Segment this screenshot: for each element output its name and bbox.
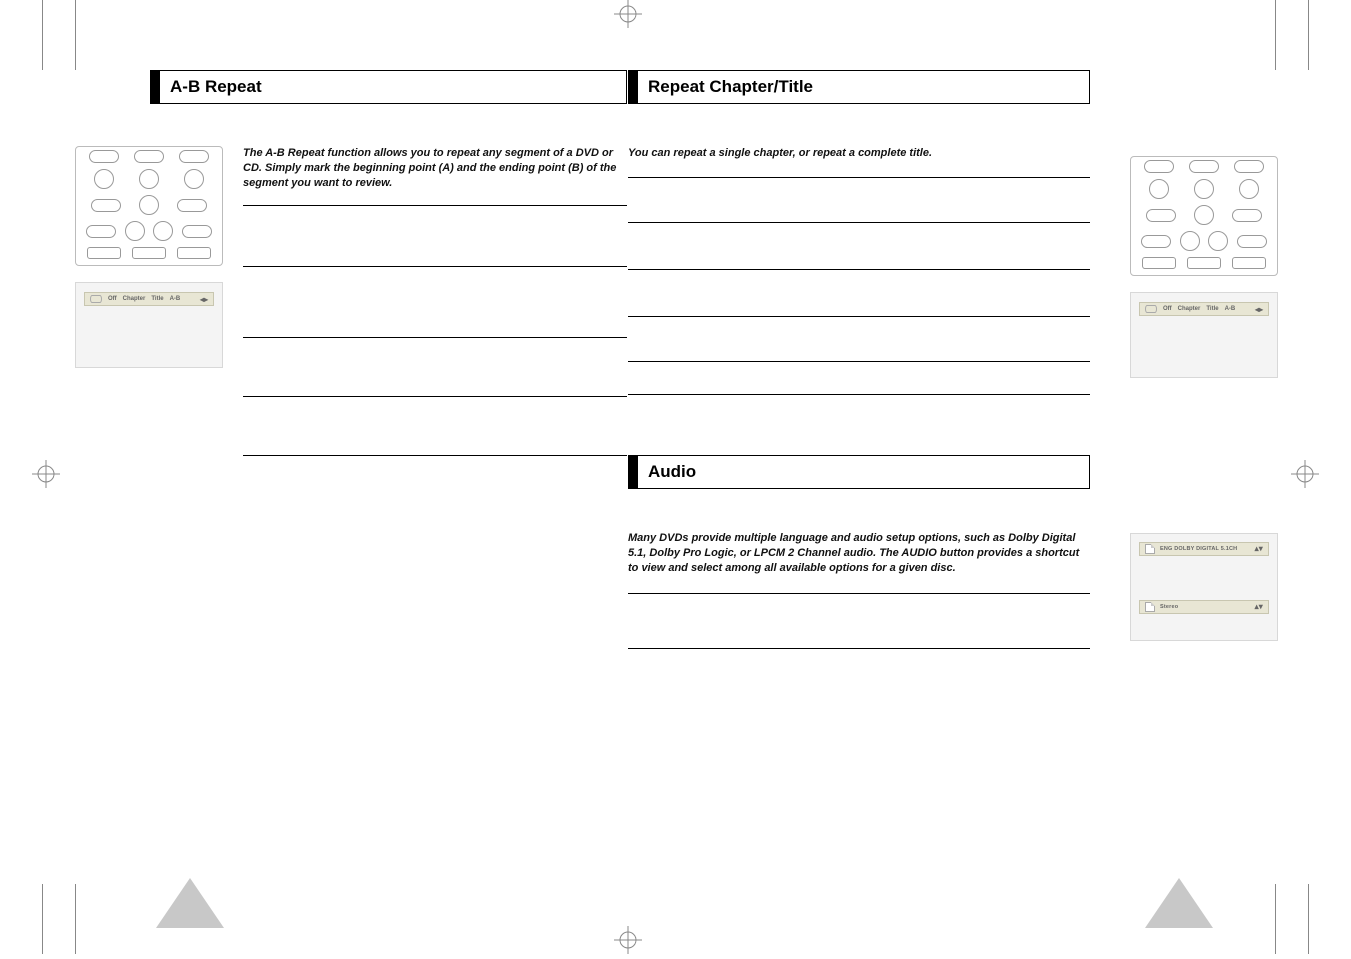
- left-right-arrow-icon: ◂▸: [200, 295, 208, 304]
- osd-title: Title: [151, 296, 163, 302]
- osd-off: Off: [108, 296, 117, 302]
- osd-ab: A-B: [170, 296, 181, 302]
- osd-title: Title: [1206, 306, 1218, 312]
- left-page: A-B Repeat Off Chapter Title A-B ◂▸: [75, 70, 627, 884]
- crop-mark: [75, 884, 76, 954]
- crop-mark: [42, 884, 43, 954]
- crop-mark: [75, 0, 76, 70]
- crop-mark: [1308, 0, 1309, 70]
- ab-repeat-intro: The A-B Repeat function allows you to re…: [243, 146, 627, 191]
- step-rule: [243, 455, 627, 456]
- remote-illustration: [1130, 156, 1278, 276]
- registration-mark-icon: [32, 460, 60, 488]
- remote-illustration: [75, 146, 223, 266]
- step-rule: [243, 205, 627, 206]
- up-down-arrow-icon: ▴▾: [1255, 602, 1263, 611]
- registration-mark-icon: [614, 926, 642, 954]
- audio-osd-screenshot: ENG DOLBY DIGITAL 5.1CH ▴▾ Stereo ▴▾: [1130, 533, 1278, 641]
- step-rule: [628, 361, 1090, 362]
- section-title-audio: Audio: [628, 455, 1090, 489]
- crop-mark: [1275, 0, 1276, 70]
- section-title-repeat-chapter: Repeat Chapter/Title: [628, 70, 1090, 104]
- registration-mark-icon: [1291, 460, 1319, 488]
- audio-osd-line-1: ENG DOLBY DIGITAL 5.1CH: [1160, 546, 1237, 552]
- step-rule: [628, 316, 1090, 317]
- repeat-icon: [1145, 305, 1157, 313]
- section-title-ab-repeat: A-B Repeat: [150, 70, 627, 104]
- audio-osd-line-2: Stereo: [1160, 604, 1178, 610]
- osd-screenshot: Off Chapter Title A-B ◂▸: [75, 282, 223, 368]
- crop-mark: [42, 0, 43, 70]
- osd-ab: A-B: [1225, 306, 1236, 312]
- up-down-arrow-icon: ▴▾: [1255, 544, 1263, 553]
- step-rule: [243, 396, 627, 397]
- step-rule: [628, 648, 1090, 649]
- step-rule: [628, 394, 1090, 395]
- right-page: Repeat Chapter/Title You can repeat a si…: [628, 70, 1278, 884]
- step-rule: [628, 269, 1090, 270]
- step-rule: [628, 222, 1090, 223]
- step-rule: [243, 266, 627, 267]
- audio-page-icon: [1145, 544, 1155, 554]
- left-right-arrow-icon: ◂▸: [1255, 305, 1263, 314]
- step-rule: [628, 593, 1090, 594]
- page-marker-triangle-icon: [156, 878, 224, 928]
- crop-mark: [1308, 884, 1309, 954]
- audio-intro: Many DVDs provide multiple language and …: [628, 531, 1090, 576]
- registration-mark-icon: [614, 0, 642, 28]
- audio-page-icon: [1145, 602, 1155, 612]
- title-text: Repeat Chapter/Title: [648, 77, 813, 96]
- page-marker-triangle-icon: [1145, 878, 1213, 928]
- osd-chapter: Chapter: [1178, 306, 1201, 312]
- step-rule: [628, 177, 1090, 178]
- repeat-icon: [90, 295, 102, 303]
- crop-mark: [1275, 884, 1276, 954]
- step-rule: [243, 337, 627, 338]
- osd-off: Off: [1163, 306, 1172, 312]
- repeat-intro: You can repeat a single chapter, or repe…: [628, 146, 1090, 161]
- osd-chapter: Chapter: [123, 296, 146, 302]
- title-text: A-B Repeat: [170, 77, 262, 96]
- osd-screenshot: Off Chapter Title A-B ◂▸: [1130, 292, 1278, 378]
- title-text: Audio: [648, 462, 696, 481]
